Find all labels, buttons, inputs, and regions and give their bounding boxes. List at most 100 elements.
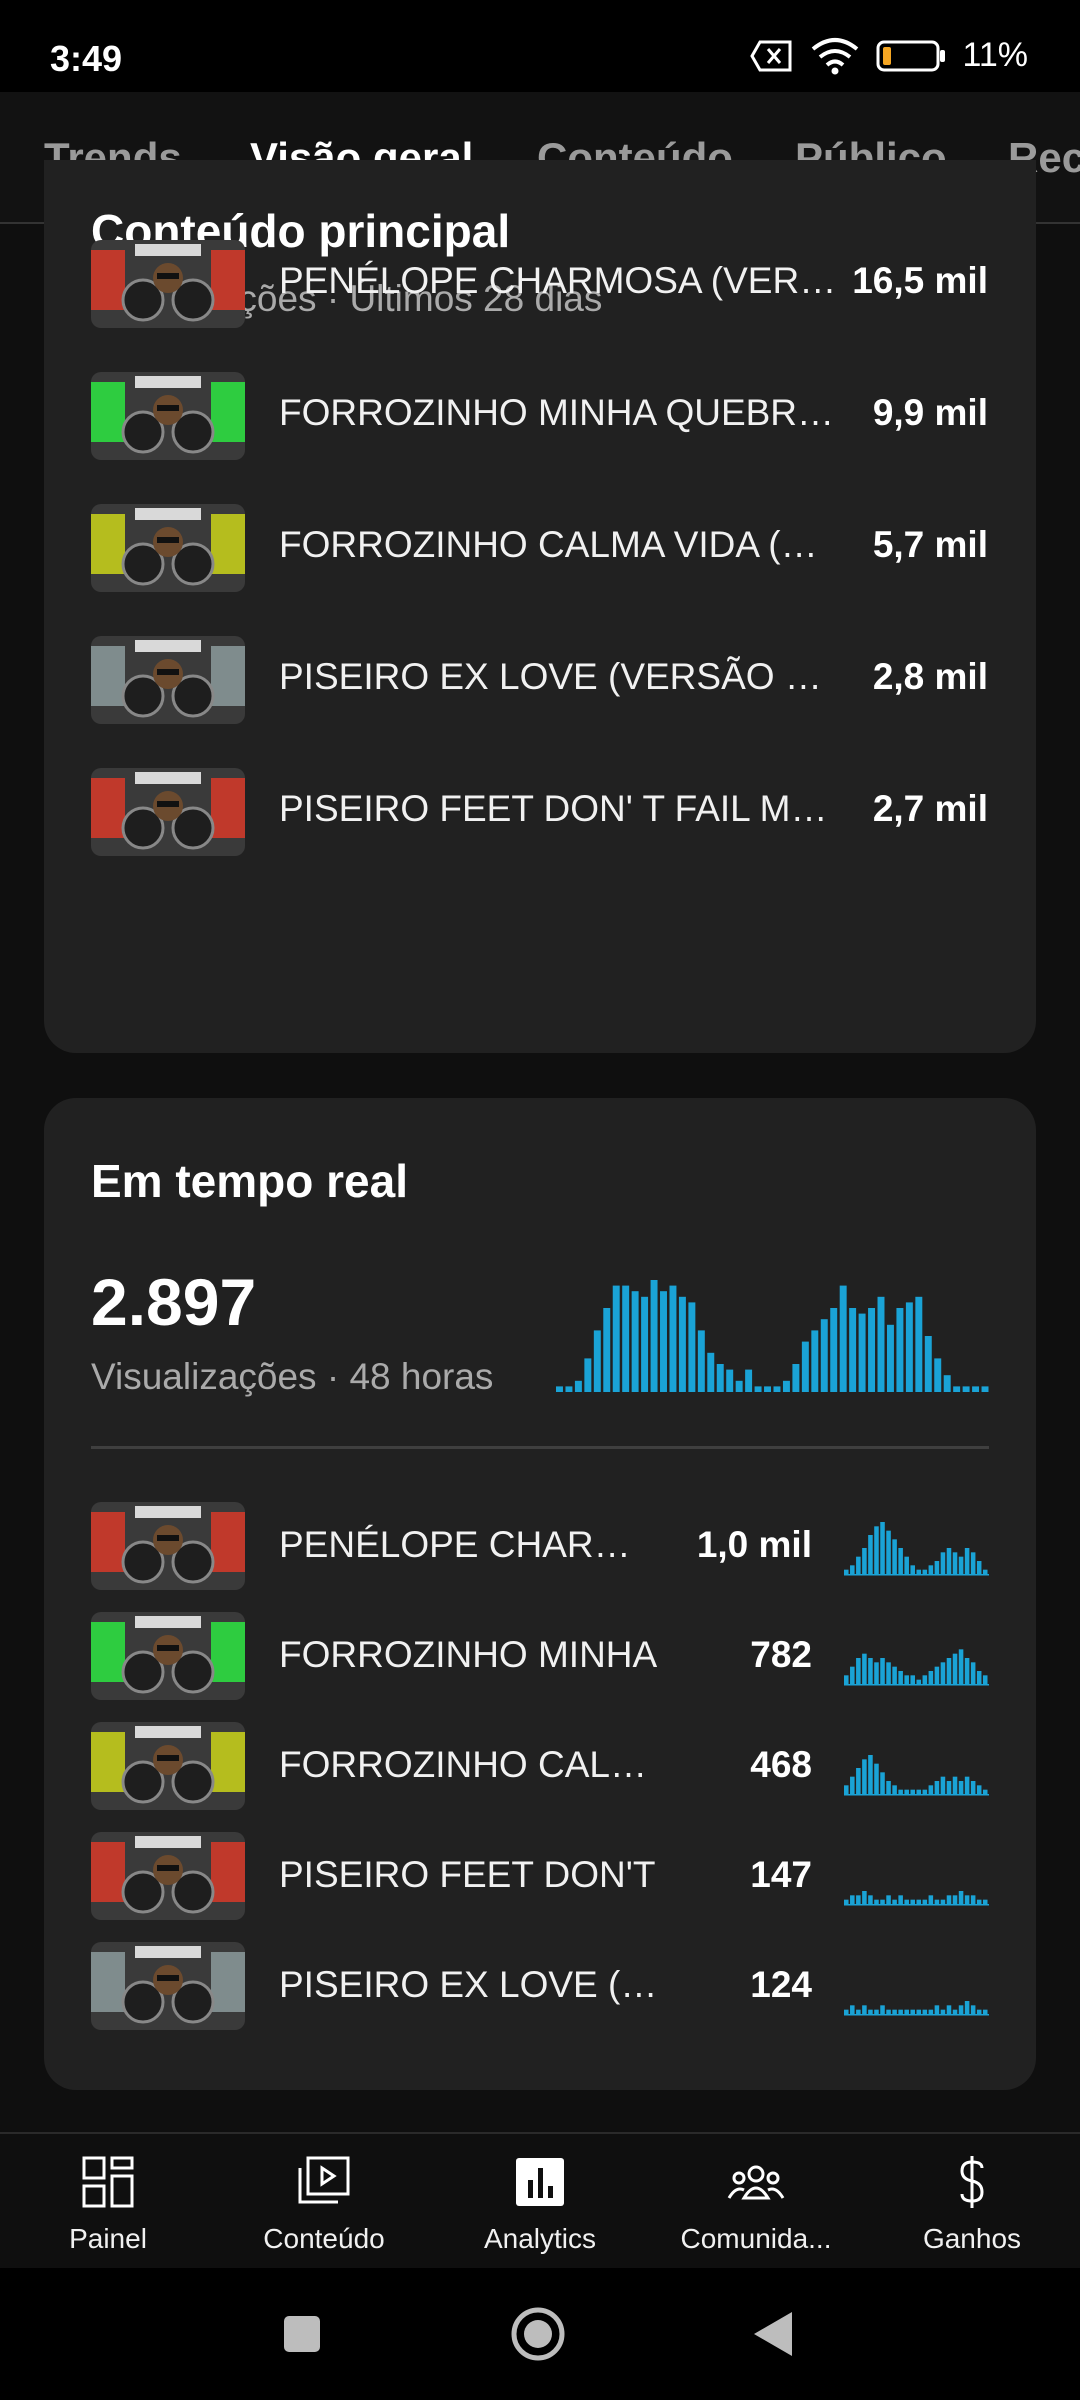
sparkline-bar xyxy=(946,1548,952,1574)
sparkline-bar xyxy=(970,1895,976,1904)
sparkline-bar xyxy=(940,2009,946,2014)
sparkline-bar xyxy=(898,1789,903,1794)
sparkline-bar xyxy=(964,2001,970,2014)
sparkline-bar xyxy=(844,1569,849,1574)
video-title: PENÉLOPE CHARMOSA xyxy=(279,1524,659,1565)
video-thumbnail-art xyxy=(91,1942,245,2030)
sparkline-bar xyxy=(862,2005,867,2014)
home-icon[interactable] xyxy=(510,2306,566,2362)
video-title: PISEIRO FEET DON' T FAIL ME NOW xyxy=(279,788,839,829)
realtime-card[interactable]: Em tempo real 2.897 Visualizações · 48 h… xyxy=(44,1098,1036,2090)
sparkline-bar xyxy=(886,1662,891,1684)
sparkline-bar xyxy=(850,1565,855,1574)
sparkline-bar xyxy=(976,1785,982,1794)
realtime-bar xyxy=(905,1302,913,1392)
realtime-bar xyxy=(716,1364,724,1392)
sparkline-bar xyxy=(904,2009,909,2014)
nav-comunidade-label: Comunida... xyxy=(680,2223,832,2254)
system-navigation-bar xyxy=(0,2268,1080,2400)
realtime-bar xyxy=(631,1291,639,1392)
realtime-bar xyxy=(622,1285,630,1392)
sparkline-bar xyxy=(946,1781,952,1794)
sparkline-bar xyxy=(916,1899,922,1904)
sparkline-bar xyxy=(982,1899,988,1904)
sparkline-bar xyxy=(946,1895,952,1904)
realtime-bar xyxy=(886,1324,894,1392)
nav-painel[interactable]: Painel xyxy=(0,2154,216,2255)
realtime-bar xyxy=(593,1330,601,1392)
sparkline-bar xyxy=(892,1539,897,1574)
sparkline-bar xyxy=(844,2009,849,2014)
sparkline-bar xyxy=(970,1662,976,1684)
top-content-card: Conteúdo principal Visualizações · Últim… xyxy=(44,160,1036,1053)
realtime-row[interactable]: PISEIRO EX LOVE (VERSÃO 124 xyxy=(44,1942,1036,2030)
sparkline-bar xyxy=(916,1789,922,1794)
sparkline-bar xyxy=(898,2009,903,2014)
sparkline-bar xyxy=(958,1781,964,1794)
realtime-row[interactable]: PISEIRO FEET DON'T 147 xyxy=(44,1832,1036,1920)
sparkline-bar xyxy=(982,2009,988,2014)
realtime-row[interactable]: PENÉLOPE CHARMOSA 1,0 mil xyxy=(44,1502,1036,1590)
sparkline-bar xyxy=(928,2009,934,2014)
video-thumbnail xyxy=(91,372,245,460)
top-content-row[interactable]: PISEIRO FEET DON' T FAIL ME NOW 2,7 mil xyxy=(44,768,1036,856)
sparkline-bar xyxy=(928,1565,934,1574)
video-thumbnail xyxy=(91,240,245,328)
recents-icon[interactable] xyxy=(282,2314,322,2354)
realtime-bar xyxy=(697,1330,705,1392)
top-content-row[interactable]: PENÉLOPE CHARMOSA (VERSÃO 16,5 mil xyxy=(44,240,1036,328)
status-time: 3:49 xyxy=(50,38,123,79)
nav-painel-label: Painel xyxy=(69,2223,147,2254)
sparkline-bar xyxy=(862,1653,867,1684)
sparkline-bar xyxy=(850,2005,855,2014)
realtime-row[interactable]: FORROZINHO CALMA 468 xyxy=(44,1722,1036,1810)
sparkline-bar xyxy=(868,1895,873,1904)
sparkline-bar xyxy=(856,1768,861,1794)
realtime-title: Em tempo real xyxy=(91,1155,408,1207)
sparkline-bar xyxy=(856,1895,861,1904)
sparkline-bar xyxy=(946,1658,952,1684)
sparkline-bar xyxy=(934,1781,940,1794)
video-thumbnail xyxy=(91,1502,245,1590)
realtime-bar xyxy=(820,1319,828,1392)
video-views: 468 xyxy=(750,1744,812,1785)
sparkline-bar xyxy=(844,1899,849,1904)
top-content-row[interactable]: FORROZINHO CALMA VIDA (REMIX) 5,7 mil xyxy=(44,504,1036,592)
back-icon[interactable] xyxy=(752,2310,796,2358)
sparkline-bar xyxy=(976,2009,982,2014)
sparkline-bar xyxy=(964,1548,970,1574)
community-icon xyxy=(727,2165,785,2200)
realtime-bar xyxy=(868,1308,876,1392)
sparkline-bar xyxy=(952,1653,958,1684)
realtime-subtitle: Visualizações · 48 horas xyxy=(91,1356,494,1397)
realtime-bar xyxy=(688,1302,696,1392)
video-views: 5,7 mil xyxy=(872,524,988,565)
sparkline-bar xyxy=(862,1759,867,1794)
video-thumbnail-art xyxy=(91,504,245,592)
sparkline-bar xyxy=(916,1679,922,1684)
sparkline-bar xyxy=(904,1556,909,1574)
battery-icon xyxy=(876,40,946,71)
sparkline-bar xyxy=(892,1785,897,1794)
sparkline-bar xyxy=(862,1548,867,1574)
sparkline-bar xyxy=(874,1526,879,1574)
realtime-row[interactable]: FORROZINHO MINHA 782 xyxy=(44,1612,1036,1700)
notification-muted-icon xyxy=(750,40,792,71)
battery-level: 11% xyxy=(962,36,1028,74)
sparkline-bar xyxy=(940,1662,946,1684)
nav-analytics[interactable]: Analytics xyxy=(432,2154,648,2255)
sparkline-bar xyxy=(952,1552,958,1574)
sparkline-bar xyxy=(856,1658,861,1684)
realtime-bar xyxy=(972,1386,980,1392)
sparkline-bar xyxy=(874,1662,879,1684)
nav-ganhos[interactable]: Ganhos xyxy=(864,2154,1080,2255)
video-thumbnail-art xyxy=(91,240,245,328)
video-title: PISEIRO FEET DON'T xyxy=(279,1854,656,1895)
nav-comunidade[interactable]: Comunida... xyxy=(648,2154,864,2255)
realtime-bar xyxy=(735,1380,743,1392)
nav-conteudo[interactable]: Conteúdo xyxy=(216,2154,432,2255)
sparkline-bar xyxy=(892,1899,897,1904)
top-content-row[interactable]: FORROZINHO MINHA QUEBRADA 9,9 mil xyxy=(44,372,1036,460)
realtime-total: 2.897 xyxy=(91,1265,257,1339)
top-content-row[interactable]: PISEIRO EX LOVE (VERSÃO BIU 2,8 mil xyxy=(44,636,1036,724)
